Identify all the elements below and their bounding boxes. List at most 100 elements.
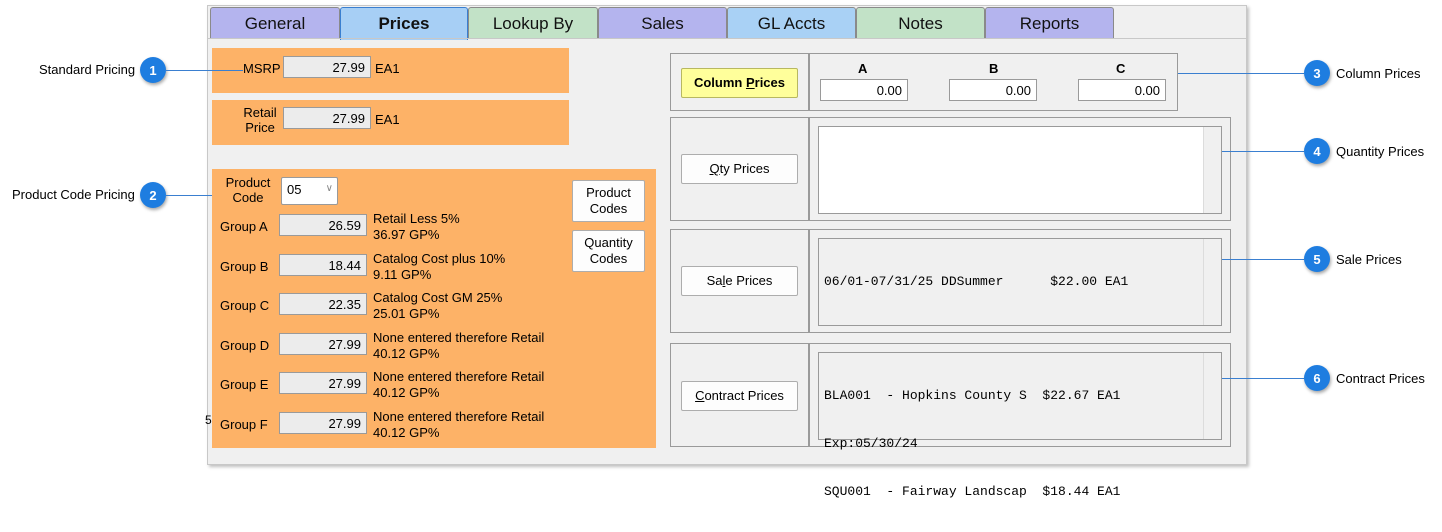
group-d-desc: None entered therefore Retail xyxy=(373,330,545,345)
retail-price-field[interactable]: 27.99 xyxy=(283,107,371,129)
button-label: Contract Prices xyxy=(695,388,784,404)
callout-label-sale-prices: Sale Prices xyxy=(1336,252,1402,267)
callout-line-3 xyxy=(1178,73,1304,74)
callout-line-4 xyxy=(1222,151,1304,152)
sale-prices-list[interactable]: 06/01-07/31/25 DDSummer $22.00 EA1 xyxy=(818,238,1222,326)
group-c-field[interactable]: 22.35 xyxy=(279,293,367,315)
contract-prices-button[interactable]: Contract Prices xyxy=(681,381,798,411)
group-c-desc: Catalog Cost GM 25% xyxy=(373,290,503,305)
group-f-label: Group F xyxy=(220,417,268,432)
column-prices-button[interactable]: Column Prices xyxy=(681,68,798,98)
list-item[interactable]: BLA001 - Hopkins County S $22.67 EA1 xyxy=(824,388,1216,404)
button-label: Column Prices xyxy=(694,75,785,91)
tab-general[interactable]: General xyxy=(210,7,340,39)
tab-prices[interactable]: Prices xyxy=(340,7,468,40)
group-f-gp: 40.12 GP% xyxy=(373,425,440,440)
callout-line-5 xyxy=(1222,259,1304,260)
callout-line-2 xyxy=(166,195,212,196)
scrollbar[interactable] xyxy=(1203,239,1221,325)
contract-prices-list[interactable]: BLA001 - Hopkins County S $22.67 EA1 Exp… xyxy=(818,352,1222,499)
column-a-field[interactable]: 0.00 xyxy=(820,79,908,101)
quantity-codes-button[interactable]: Quantity Codes xyxy=(572,230,645,272)
stray-mark: 5 xyxy=(205,413,212,427)
button-label-line: Quantity xyxy=(584,235,633,250)
tab-label: Notes xyxy=(898,13,943,33)
button-label-line: Product xyxy=(586,185,631,200)
group-f-field[interactable]: 27.99 xyxy=(279,412,367,434)
tab-label: Prices xyxy=(378,14,430,33)
callout-label-standard-pricing: Standard Pricing xyxy=(39,62,136,77)
callout-badge-3: 3 xyxy=(1304,60,1330,86)
tab-sales[interactable]: Sales xyxy=(598,7,727,39)
button-label-part: rices xyxy=(754,75,786,90)
tab-lookup-by[interactable]: Lookup By xyxy=(468,7,598,39)
group-e-gp: 40.12 GP% xyxy=(373,385,440,400)
group-b-field[interactable]: 18.44 xyxy=(279,254,367,276)
tab-label: Sales xyxy=(641,13,684,33)
group-d-field[interactable]: 27.99 xyxy=(279,333,367,355)
retail-label-line: Price xyxy=(245,120,275,135)
sale-prices-button[interactable]: Sale Prices xyxy=(681,266,798,296)
group-b-label: Group B xyxy=(220,259,269,274)
product-code-value: 05 xyxy=(287,182,302,197)
group-f-desc: None entered therefore Retail xyxy=(373,409,545,424)
callout-line-6 xyxy=(1222,378,1304,379)
group-a-gp: 36.97 GP% xyxy=(373,227,440,242)
button-label-part: ontract Prices xyxy=(704,388,784,403)
product-code-label-line: Product xyxy=(225,175,271,190)
button-label-accelerator: P xyxy=(745,75,755,90)
group-e-label: Group E xyxy=(220,377,269,392)
callout-badge-1: 1 xyxy=(140,57,166,83)
column-c-field[interactable]: 0.00 xyxy=(1078,79,1166,101)
callout-badge-6: 6 xyxy=(1304,365,1330,391)
callout-badge-5: 5 xyxy=(1304,246,1330,272)
button-label: Qty Prices xyxy=(710,161,770,177)
tab-gl-accts[interactable]: GL Accts xyxy=(727,7,856,39)
button-label-part: e Prices xyxy=(725,273,773,288)
msrp-unit: EA1 xyxy=(375,61,400,76)
callout-label-column-prices: Column Prices xyxy=(1336,66,1421,81)
tab-strip-divider xyxy=(208,38,1246,39)
group-b-gp: 9.11 GP% xyxy=(373,267,432,282)
column-b-header: B xyxy=(989,61,999,76)
group-a-label: Group A xyxy=(220,219,268,234)
scrollbar[interactable] xyxy=(1203,127,1221,213)
chevron-down-icon: ∨ xyxy=(325,183,333,194)
tab-notes[interactable]: Notes xyxy=(856,7,985,39)
list-item[interactable]: SQU001 - Fairway Landscap $18.44 EA1 xyxy=(824,484,1216,500)
button-label-line: Codes xyxy=(589,251,628,266)
group-a-desc: Retail Less 5% xyxy=(373,211,460,226)
group-a-field[interactable]: 26.59 xyxy=(279,214,367,236)
tab-reports[interactable]: Reports xyxy=(985,7,1114,39)
retail-unit: EA1 xyxy=(375,112,400,127)
column-b-field[interactable]: 0.00 xyxy=(949,79,1037,101)
callout-badge-2: 2 xyxy=(140,182,166,208)
group-d-label: Group D xyxy=(220,338,270,353)
button-label-part: Sa xyxy=(706,273,723,288)
callout-label-contract-prices: Contract Prices xyxy=(1336,371,1425,386)
callout-line-1 xyxy=(166,70,243,71)
button-label-accelerator: Q xyxy=(709,161,720,176)
group-d-gp: 40.12 GP% xyxy=(373,346,440,361)
callout-label-quantity-prices: Quantity Prices xyxy=(1336,144,1425,159)
button-label-part: Column xyxy=(693,75,746,90)
qty-prices-list[interactable] xyxy=(818,126,1222,214)
msrp-label: MSRP xyxy=(243,61,281,76)
product-code-select[interactable]: 05 ∨ xyxy=(281,177,338,205)
retail-label-line: Retail xyxy=(243,105,277,120)
retail-price-label: Retail Price xyxy=(240,105,280,135)
group-e-field[interactable]: 27.99 xyxy=(279,372,367,394)
list-item[interactable]: Exp:05/30/24 xyxy=(824,436,1216,452)
group-b-desc: Catalog Cost plus 10% xyxy=(373,251,506,266)
group-c-gp: 25.01 GP% xyxy=(373,306,440,321)
msrp-field[interactable]: 27.99 xyxy=(283,56,371,78)
button-label-part: ty Prices xyxy=(719,161,770,176)
list-item[interactable]: 06/01-07/31/25 DDSummer $22.00 EA1 xyxy=(824,274,1216,290)
button-label: Sale Prices xyxy=(707,273,773,289)
column-a-header: A xyxy=(858,61,868,76)
qty-prices-button[interactable]: Qty Prices xyxy=(681,154,798,184)
scrollbar[interactable] xyxy=(1203,353,1221,439)
product-code-label-line: Code xyxy=(232,190,264,205)
product-codes-button[interactable]: Product Codes xyxy=(572,180,645,222)
callout-badge-4: 4 xyxy=(1304,138,1330,164)
